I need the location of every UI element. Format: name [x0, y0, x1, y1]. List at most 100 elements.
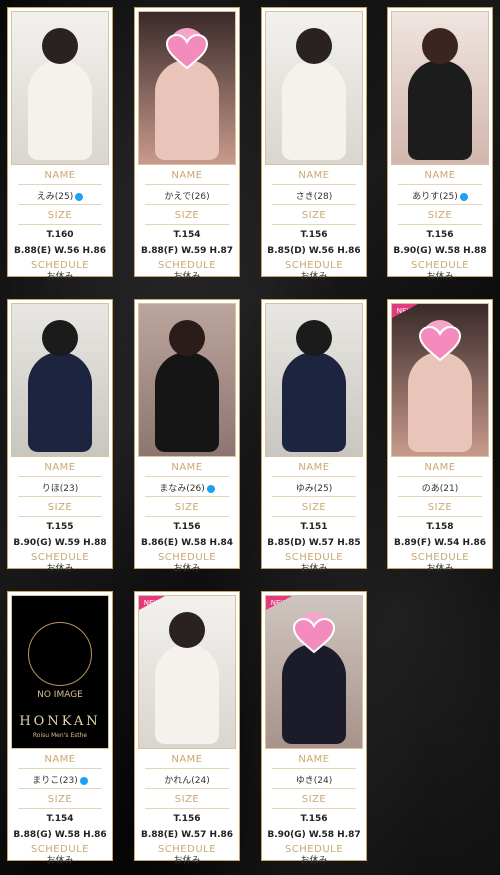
- schedule-status: お休み: [426, 564, 454, 574]
- therapist-name-text: りほ(23): [41, 484, 79, 494]
- measurement-value: B.85(D) W.56 H.86: [267, 246, 361, 256]
- size-label: SIZE: [427, 502, 453, 513]
- therapist-name: りほ(23): [8, 481, 112, 494]
- schedule-status: お休み: [46, 272, 74, 282]
- therapist-photo[interactable]: [391, 11, 489, 165]
- therapist-photo[interactable]: [138, 11, 236, 165]
- schedule-status: お休み: [300, 272, 328, 282]
- logo-emblem-icon: [28, 622, 92, 686]
- twitter-icon[interactable]: [75, 192, 84, 201]
- divider: [398, 516, 482, 517]
- twitter-icon[interactable]: [459, 192, 468, 201]
- divider: [18, 768, 102, 769]
- therapist-name: かえで(26): [135, 189, 239, 202]
- therapist-photo[interactable]: [265, 11, 363, 165]
- divider: [272, 224, 356, 225]
- therapist-card[interactable]: NAME まなみ(26) SIZE T.156 B.86(E) W.58 H.84 SCH…: [134, 299, 240, 574]
- therapist-photo[interactable]: NEW: [391, 303, 489, 457]
- divider: [272, 808, 356, 809]
- therapist-name: かれん(24): [135, 773, 239, 786]
- therapist-name: ありす(25): [388, 189, 492, 202]
- therapist-photo[interactable]: NEW: [138, 595, 236, 749]
- heart-sticker-icon: [165, 33, 209, 70]
- schedule-status: お休み: [300, 564, 328, 574]
- twitter-icon[interactable]: [206, 484, 215, 493]
- divider: [272, 184, 356, 185]
- therapist-card[interactable]: NAME さき(28) SIZE T.156 B.85(D) W.56 H.86 SCHE…: [261, 7, 367, 282]
- therapist-name: ゆき(24): [262, 773, 366, 786]
- person-figure: [28, 352, 92, 452]
- schedule-status: お休み: [300, 856, 328, 866]
- no-image-placeholder: NO IMAGE HONKAN Roisu Men's Esthe: [12, 596, 108, 748]
- person-figure: [155, 352, 219, 452]
- divider: [18, 496, 102, 497]
- therapist-photo[interactable]: [138, 303, 236, 457]
- size-label: SIZE: [427, 210, 453, 221]
- divider: [18, 184, 102, 185]
- person-figure: [28, 60, 92, 160]
- divider: [18, 516, 102, 517]
- therapist-card[interactable]: NEW NAME ゆき(24) SIZE T.156 B.90(G) W.58 H.87 S…: [261, 591, 367, 866]
- face-blur: [169, 320, 205, 356]
- therapist-card[interactable]: NAME かえで(26) SIZE T.154 B.88(F) W.59 H.87 SCH…: [134, 7, 240, 282]
- name-label: NAME: [298, 754, 330, 765]
- therapist-name: まなみ(26): [135, 481, 239, 494]
- face-blur: [42, 28, 78, 64]
- height-value: T.156: [300, 230, 328, 240]
- size-label: SIZE: [47, 502, 73, 513]
- face-blur: [296, 320, 332, 356]
- therapist-photo[interactable]: [265, 303, 363, 457]
- therapist-name-text: えみ(25): [36, 192, 74, 202]
- divider: [272, 788, 356, 789]
- therapist-card[interactable]: NO IMAGE HONKAN Roisu Men's Esthe NAME まりこ(2…: [7, 591, 113, 866]
- size-label: SIZE: [47, 794, 73, 805]
- divider: [145, 184, 229, 185]
- divider: [145, 808, 229, 809]
- face-blur: [422, 28, 458, 64]
- therapist-photo[interactable]: [11, 303, 109, 457]
- divider: [145, 476, 229, 477]
- therapist-card[interactable]: NAME えみ(25) SIZE T.160 B.88(E) W.56 H.86 SCHE…: [7, 7, 113, 282]
- therapist-name-text: ゆき(24): [295, 776, 333, 786]
- heart-sticker-icon: [292, 617, 336, 654]
- measurement-value: B.85(D) W.57 H.85: [267, 538, 361, 548]
- therapist-name-text: かえで(26): [164, 192, 210, 202]
- face-blur: [296, 28, 332, 64]
- measurement-value: B.90(G) W.59 H.88: [13, 538, 107, 548]
- divider: [18, 224, 102, 225]
- therapist-photo[interactable]: NO IMAGE HONKAN Roisu Men's Esthe: [11, 595, 109, 749]
- divider: [398, 184, 482, 185]
- size-label: SIZE: [174, 502, 200, 513]
- height-value: T.156: [173, 814, 201, 824]
- height-value: T.156: [173, 522, 201, 532]
- name-label: NAME: [424, 170, 456, 181]
- face-blur: [42, 320, 78, 356]
- therapist-name-text: ありす(25): [412, 192, 458, 202]
- person-figure: [408, 60, 472, 160]
- therapist-card[interactable]: NAME りほ(23) SIZE T.155 B.90(G) W.59 H.88 SCHE…: [7, 299, 113, 574]
- therapist-card[interactable]: NAME ゆみ(25) SIZE T.151 B.85(D) W.57 H.85 SCHE…: [261, 299, 367, 574]
- divider: [398, 224, 482, 225]
- therapist-photo[interactable]: NEW: [265, 595, 363, 749]
- therapist-name-text: さき(28): [295, 192, 333, 202]
- divider: [272, 204, 356, 205]
- therapist-card[interactable]: NEW NAME のあ(21) SIZE T.158 B.89(F) W.54 H.86 S…: [387, 299, 493, 574]
- measurement-value: B.88(E) W.57 H.86: [140, 830, 234, 840]
- therapist-name: さき(28): [262, 189, 366, 202]
- twitter-icon[interactable]: [79, 776, 88, 785]
- divider: [145, 204, 229, 205]
- size-label: SIZE: [301, 794, 327, 805]
- therapist-card[interactable]: NAME ありす(25) SIZE T.156 B.90(G) W.58 H.88 SCH…: [387, 7, 493, 282]
- schedule-status: お休み: [46, 856, 74, 866]
- divider: [398, 476, 482, 477]
- therapist-card[interactable]: NEW NAME かれん(24) SIZE T.156 B.88(E) W.57 H.86…: [134, 591, 240, 866]
- divider: [145, 496, 229, 497]
- divider: [145, 224, 229, 225]
- height-value: T.160: [46, 230, 74, 240]
- divider: [18, 476, 102, 477]
- divider: [145, 516, 229, 517]
- name-label: NAME: [424, 462, 456, 473]
- measurement-value: B.86(E) W.58 H.84: [140, 538, 234, 548]
- therapist-name-text: まりこ(23): [32, 776, 78, 786]
- therapist-photo[interactable]: [11, 11, 109, 165]
